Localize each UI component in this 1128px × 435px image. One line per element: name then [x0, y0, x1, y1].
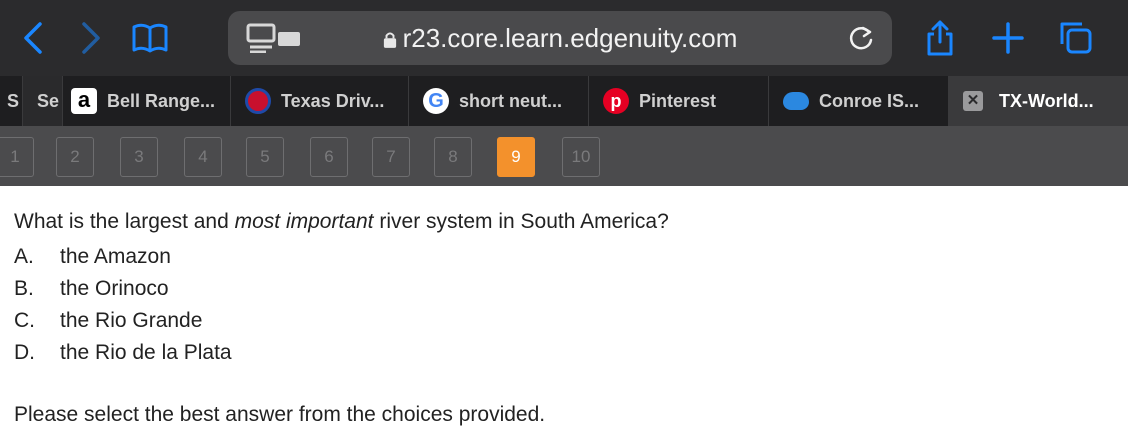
- tab-label: S: [7, 91, 20, 111]
- tab-label: Bell Range...: [107, 91, 216, 111]
- tab-google[interactable]: G short neut...: [408, 76, 589, 126]
- instruction-text: Please select the best answer from the c…: [14, 403, 546, 426]
- address-bar[interactable]: r23.core.learn.edgenuity.com: [228, 11, 892, 65]
- tab-conroe[interactable]: Conroe IS...: [768, 76, 949, 126]
- choice-letter: A.: [14, 245, 34, 268]
- close-tab-icon[interactable]: ✕: [963, 91, 983, 111]
- tab-bar: S Se a Bell Range... Texas Driv... G sho…: [0, 76, 1128, 126]
- tab-label: short neut...: [459, 91, 562, 111]
- texas-icon: [245, 88, 271, 114]
- question-nav-item-9[interactable]: 9: [497, 137, 535, 177]
- question-nav-item-6[interactable]: 6: [310, 137, 348, 177]
- question-nav-item-2[interactable]: 2: [56, 137, 94, 177]
- tab-label: Texas Driv...: [281, 91, 385, 111]
- amazon-icon: a: [71, 88, 97, 114]
- tab-tx-world[interactable]: ✕ TX-World...: [948, 76, 1128, 126]
- back-icon[interactable]: [14, 18, 54, 58]
- pinterest-icon: p: [603, 88, 629, 114]
- new-tab-icon[interactable]: [988, 18, 1028, 58]
- share-icon[interactable]: [920, 18, 960, 58]
- tab-label: Conroe IS...: [819, 91, 920, 111]
- choice-text: the Amazon: [60, 245, 171, 268]
- choice-text: the Orinoco: [60, 277, 169, 300]
- question-nav-item-7[interactable]: 7: [372, 137, 410, 177]
- question-nav-item-5[interactable]: 5: [246, 137, 284, 177]
- tab-label: Pinterest: [639, 91, 717, 111]
- browser-toolbar: r23.core.learn.edgenuity.com: [0, 0, 1128, 76]
- choice-letter: C.: [14, 309, 35, 332]
- choice-letter: D.: [14, 341, 35, 364]
- tabs-icon[interactable]: [1056, 18, 1096, 58]
- question-nav-item-8[interactable]: 8: [434, 137, 472, 177]
- question-text-start: What is the largest and: [14, 210, 235, 233]
- tab-label: TX-World...: [999, 91, 1094, 111]
- cloud-icon: [783, 92, 809, 110]
- choice-text: the Rio Grande: [60, 309, 203, 332]
- question-nav-item-1[interactable]: 1: [0, 137, 34, 177]
- tab-pinterest[interactable]: p Pinterest: [588, 76, 769, 126]
- question-nav-item-3[interactable]: 3: [120, 137, 158, 177]
- lock-icon: [383, 13, 397, 67]
- choice-letter: B.: [14, 277, 34, 300]
- question-nav-item-4[interactable]: 4: [184, 137, 222, 177]
- question-nav-item-10[interactable]: 10: [562, 137, 600, 177]
- question-nav: 1 2 3 4 5 6 7 8 9 10: [0, 126, 1128, 186]
- reload-icon[interactable]: [846, 23, 876, 53]
- question-text-end: river system in South America?: [373, 210, 669, 233]
- bookmarks-icon[interactable]: [130, 18, 170, 58]
- choice-text: the Rio de la Plata: [60, 341, 232, 364]
- url-text: r23.core.learn.edgenuity.com: [402, 23, 738, 53]
- google-icon: G: [423, 88, 449, 114]
- forward-icon[interactable]: [70, 18, 110, 58]
- question-emphasis: most important: [234, 210, 374, 233]
- tab-bell-range[interactable]: a Bell Range...: [62, 76, 231, 126]
- tab-s[interactable]: S: [0, 76, 22, 126]
- tab-label: Se: [37, 91, 60, 111]
- address-url[interactable]: r23.core.learn.edgenuity.com: [228, 11, 892, 65]
- question-text: What is the largest and most important r…: [14, 210, 669, 234]
- tab-texas-driving[interactable]: Texas Driv...: [230, 76, 409, 126]
- tab-se[interactable]: Se: [22, 76, 63, 126]
